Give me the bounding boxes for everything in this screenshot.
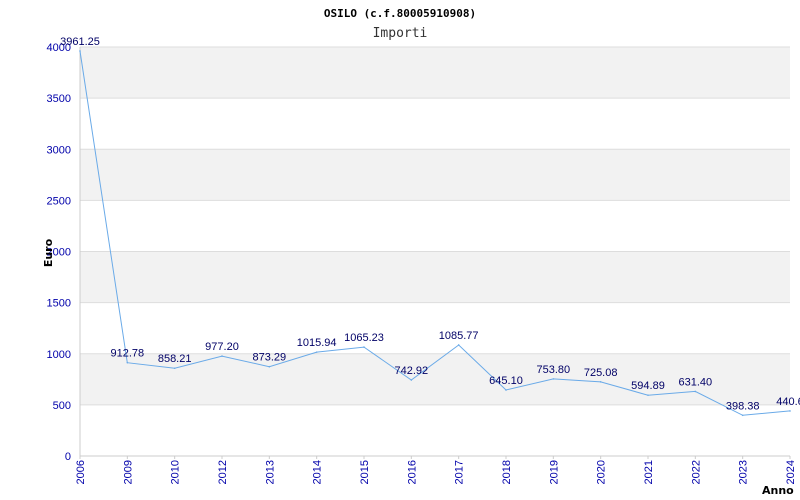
- data-label: 398.38: [726, 400, 760, 412]
- data-point: [173, 367, 176, 370]
- data-label: 1015.94: [297, 337, 337, 349]
- data-label: 742.92: [395, 365, 429, 377]
- y-tick-label: 1500: [47, 298, 71, 310]
- y-tick-label: 1000: [47, 349, 71, 361]
- x-tick-label: 2018: [501, 460, 513, 484]
- plot-band: [80, 405, 790, 456]
- y-axis-label: Euro: [42, 238, 55, 267]
- y-tick-label: 0: [65, 451, 71, 463]
- plot-band: [80, 98, 790, 149]
- x-tick-label: 2013: [264, 460, 276, 484]
- data-point: [647, 394, 649, 396]
- data-label: 977.20: [205, 341, 239, 353]
- chart-subtitle: Importi: [373, 26, 428, 41]
- x-tick-label: 2012: [217, 460, 229, 484]
- data-point: [599, 381, 602, 383]
- data-label: 645.10: [489, 375, 523, 387]
- data-point: [268, 365, 271, 368]
- x-tick-label: 2014: [312, 460, 324, 484]
- x-axis-label: Anno: [762, 484, 794, 497]
- x-tick-label: 2009: [122, 460, 134, 484]
- x-tick-label: 2024: [785, 460, 797, 484]
- data-point: [79, 50, 81, 52]
- data-label: 631.40: [679, 376, 713, 388]
- plot-band: [80, 47, 790, 99]
- y-tick-label: 3000: [47, 144, 71, 156]
- data-label: 725.08: [584, 367, 618, 379]
- x-tick-label: 2020: [596, 460, 608, 484]
- data-point: [126, 361, 129, 364]
- data-point: [457, 344, 460, 346]
- x-tick-label: 2010: [170, 460, 182, 484]
- data-label: 3961.25: [60, 36, 100, 48]
- x-tick-label: 2016: [406, 460, 418, 484]
- data-point: [363, 346, 365, 348]
- data-point: [741, 414, 744, 417]
- data-point: [505, 389, 507, 391]
- y-tick-label: 3500: [47, 93, 71, 105]
- data-label: 1065.23: [344, 332, 384, 344]
- x-tick-label: 2019: [548, 460, 560, 484]
- data-label: 594.89: [631, 380, 665, 392]
- data-point: [410, 379, 413, 381]
- plot-band: [80, 251, 790, 303]
- x-tick-label: 2017: [454, 460, 466, 484]
- data-point: [315, 351, 318, 353]
- plot-band: [80, 149, 790, 201]
- chart-title: OSILO (c.f.80005910908): [324, 7, 476, 20]
- data-point: [221, 355, 223, 357]
- y-tick-label: 2500: [47, 195, 71, 207]
- data-label: 858.21: [158, 353, 192, 365]
- data-point: [789, 410, 791, 412]
- data-label: 753.80: [537, 364, 571, 376]
- x-tick-labels: 2006 2009 2010 2012 2013 2014 2015 2016 2017 2018…: [75, 460, 797, 484]
- x-tick-label: 2015: [359, 460, 371, 484]
- data-label: 440.6: [776, 396, 800, 408]
- plot-band: [80, 303, 790, 354]
- x-tick-label: 2006: [75, 460, 87, 484]
- x-tick-label: 2023: [738, 460, 750, 484]
- y-tick-label: 500: [53, 400, 71, 412]
- data-label: 1085.77: [439, 330, 479, 342]
- plot-band: [80, 200, 790, 251]
- data-label: 873.29: [253, 352, 287, 364]
- data-point: [552, 378, 555, 380]
- x-tick-label: 2022: [690, 460, 702, 484]
- line-chart: 05001000150020002500300035004000 2006 200…: [42, 7, 800, 497]
- data-point: [694, 390, 697, 393]
- x-tick-label: 2021: [643, 460, 655, 484]
- data-label: 912.78: [111, 348, 145, 360]
